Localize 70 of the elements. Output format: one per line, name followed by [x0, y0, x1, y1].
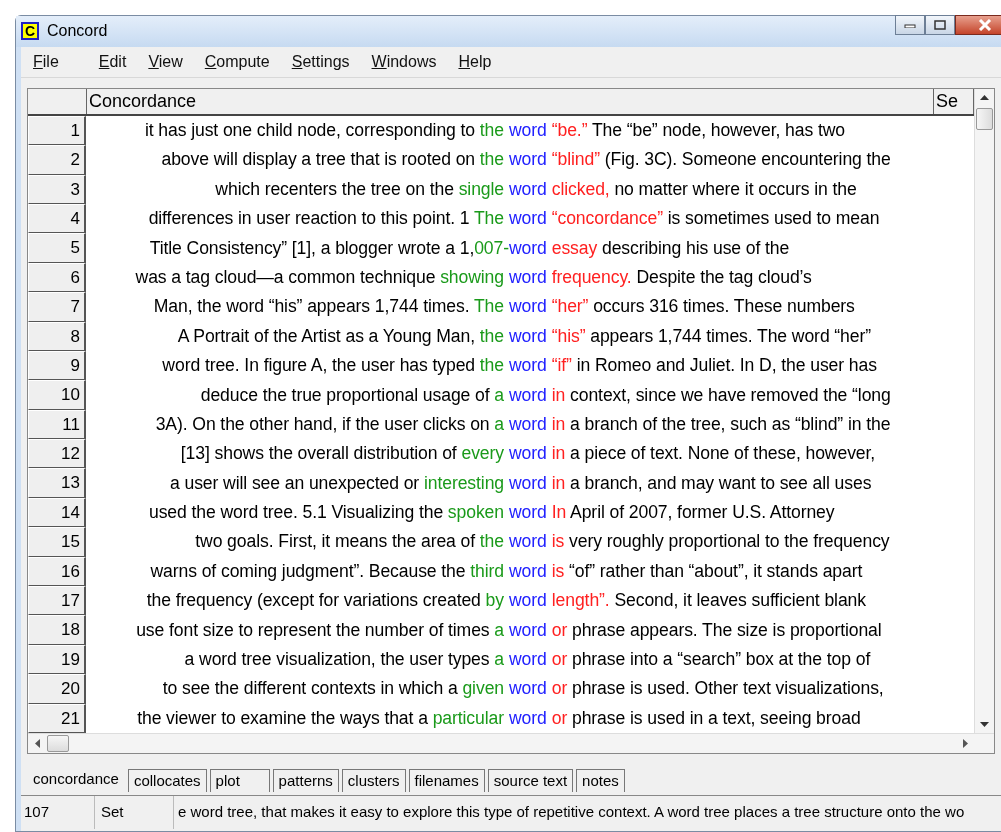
row-number: 16 [28, 556, 86, 587]
concordance-line[interactable]: the frequency (except for variations created by word length”. Second, it leaves sufficient blank [86, 586, 933, 616]
concordance-line[interactable]: used the word tree. 5.1 Visualizing the spoken word In April of 2007, former U.S. Attorney [86, 497, 933, 528]
concordance-line[interactable]: was a tag cloud—a common technique showing word frequency. Despite the tag cloud’s [86, 262, 933, 293]
row-number: 15 [28, 527, 86, 557]
row-number: 6 [28, 262, 86, 293]
concordance-line[interactable]: 3A). On the other hand, if the user clicks on a word in a branch of the tree, such as “blind” in the [86, 409, 933, 440]
tab[interactable]: filenames [408, 769, 485, 792]
row-number: 8 [28, 321, 86, 351]
concordance-line[interactable]: a user will see an unexpected or interesting word in a branch, and may want to see all uses [86, 468, 933, 498]
row-number: 18 [28, 615, 86, 645]
concordance-line[interactable]: [13] shows the overall distribution of every word in a piece of text. None of these, however, [86, 439, 933, 469]
row-number: 9 [28, 350, 86, 381]
row-number: 10 [28, 380, 86, 410]
tab[interactable]: notes [576, 769, 625, 792]
concordance-line[interactable]: a word tree visualization, the user types a word or phrase into a “search” box at the top of [86, 644, 933, 675]
row-number: 19 [28, 644, 86, 675]
minimize-icon [904, 22, 916, 28]
tab[interactable]: source text [487, 769, 574, 792]
menu-item[interactable]: Compute [200, 50, 274, 73]
scrollbar-thumb[interactable] [47, 735, 69, 752]
row-number: 2 [28, 145, 86, 175]
menu-item[interactable]: File [29, 50, 63, 73]
tab[interactable]: plot [209, 769, 270, 792]
concordance-line[interactable]: warns of coming judgment”. Because the third word is “of” rather than “about”, it stands apart [86, 556, 933, 587]
row-number: 4 [28, 203, 86, 234]
concordance-line[interactable]: A Portrait of the Artist as a Young Man, the word “his” appears 1,744 times. The word “her” [86, 321, 933, 351]
concordance-line[interactable]: it has just one child node, corresponding to the word “be.” The “be” node, however, has two [86, 115, 933, 146]
row-number: 13 [28, 468, 86, 498]
menu-item[interactable]: Help [454, 50, 496, 73]
row-number: 17 [28, 586, 86, 616]
row-number: 1 [28, 115, 86, 146]
tab[interactable]: collocates [127, 769, 207, 792]
maximize-icon [934, 20, 946, 30]
menu-item[interactable]: Edit [94, 50, 131, 73]
maximize-button[interactable] [925, 15, 955, 35]
row-number: 11 [28, 409, 86, 440]
tab[interactable]: patterns [272, 769, 339, 792]
row-number: 7 [28, 292, 86, 322]
concordance-line[interactable]: Man, the word “his” appears 1,744 times. The word “her” occurs 316 times. These numbers [86, 292, 933, 322]
scrollbar-thumb[interactable] [976, 107, 993, 130]
concordance-line[interactable]: word tree. In figure A, the user has typed the word “if” in Romeo and Juliet. In D, the user has [86, 350, 933, 381]
concordance-line[interactable]: Title Consistency” [1], a blogger wrote a 1,007-word essay describing his use of the [86, 233, 933, 263]
minimize-button[interactable] [895, 15, 925, 35]
concordance-line[interactable]: to see the different contexts in which a given word or phrase is used. Other text visualizations, [86, 674, 933, 704]
row-number: 14 [28, 497, 86, 528]
row-number: 3 [28, 174, 86, 204]
tab[interactable]: clusters [341, 769, 406, 792]
concordance-line[interactable]: differences in user reaction to this point. 1 The word “concordance” is sometimes used to mean [86, 203, 933, 234]
close-icon [978, 19, 992, 31]
concordance-line[interactable]: deduce the true proportional usage of a word in context, since we have removed the “long [86, 380, 933, 410]
concordance-line[interactable]: above will display a tree that is rooted on the word “blind” (Fig. 3C). Someone encountering the [86, 145, 933, 175]
concordance-line[interactable]: two goals. First, it means the area of the word is very roughly proportional to the frequency [86, 527, 933, 557]
column-header[interactable]: Concordance [87, 88, 934, 114]
app-icon: C [21, 22, 39, 41]
window-title: Concord [47, 22, 108, 41]
menu-item[interactable]: Windows [367, 50, 441, 73]
row-number: 12 [28, 439, 86, 469]
row-number: 5 [28, 233, 86, 263]
status-text: e word tree, that makes it easy to explore this type of repetitive context. A word tree places a tree structure onto the wo [177, 802, 965, 822]
status-column: Set [95, 796, 174, 829]
row-number: 21 [28, 703, 86, 733]
status-count: 107 [21, 796, 95, 829]
concordance-line[interactable]: which recenters the tree on the single word clicked, no matter where it occurs in the [86, 174, 933, 204]
concordance-line[interactable]: the viewer to examine the ways that a particular word or phrase is used in a text, seeing broad [86, 703, 933, 733]
close-button[interactable] [955, 15, 1001, 35]
row-number: 20 [28, 674, 86, 704]
menu-item[interactable]: Settings [287, 50, 354, 73]
concordance-line[interactable]: use font size to represent the number of times a word or phrase appears. The size is proportional [86, 615, 933, 645]
menu-item[interactable]: View [144, 50, 187, 73]
